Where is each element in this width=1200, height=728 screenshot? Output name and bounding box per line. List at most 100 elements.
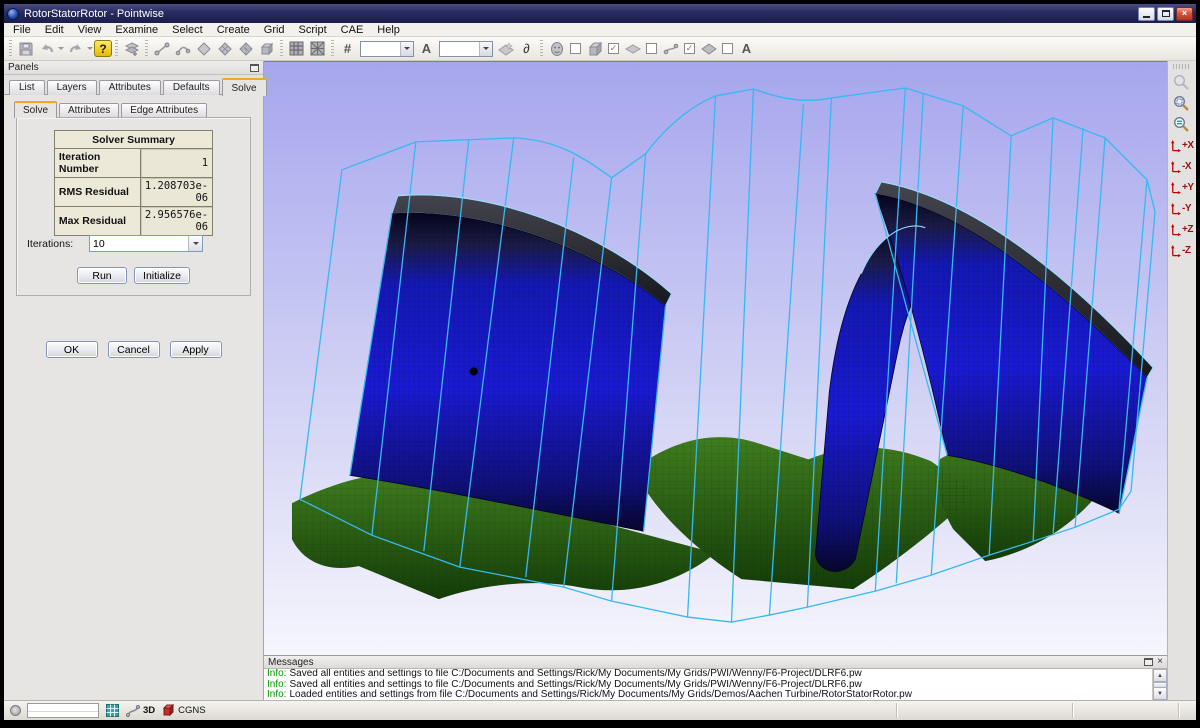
menu-create[interactable]: Create bbox=[210, 23, 257, 37]
initialize-button[interactable]: Initialize bbox=[134, 267, 190, 284]
iterations-combo[interactable]: 10 bbox=[89, 235, 203, 252]
unstructured-grid-button[interactable] bbox=[307, 38, 328, 59]
panels-dock: Panels List Layers Attributes Defaults S… bbox=[4, 61, 264, 700]
tab-defaults[interactable]: Defaults bbox=[163, 80, 220, 95]
restore-button[interactable] bbox=[1157, 7, 1174, 21]
subtab-edge-attributes[interactable]: Edge Attributes bbox=[121, 103, 207, 117]
dimension-edit-button[interactable]: A bbox=[736, 38, 757, 59]
create-unstructured-domain-button[interactable] bbox=[235, 38, 256, 59]
selected-point[interactable] bbox=[470, 367, 478, 375]
panels-dock-titlebar[interactable]: Panels bbox=[4, 61, 263, 75]
cae-format-label: CGNS bbox=[178, 705, 205, 716]
unstructured-grid-icon bbox=[309, 40, 326, 57]
domains-checkbox[interactable] bbox=[646, 43, 657, 54]
initialize-surface-button[interactable] bbox=[495, 38, 516, 59]
undo-dropdown-icon[interactable] bbox=[58, 47, 64, 50]
view-plus-y-button[interactable]: +Y bbox=[1168, 177, 1195, 198]
titlebar[interactable]: RotorStatorRotor - Pointwise × bbox=[4, 4, 1196, 23]
float-icon[interactable] bbox=[250, 64, 259, 72]
show-connectors-button[interactable] bbox=[660, 38, 681, 59]
tab-list[interactable]: List bbox=[9, 80, 45, 95]
view-minus-x-button[interactable]: -X bbox=[1168, 156, 1195, 177]
dimension-hash-button[interactable]: # bbox=[337, 38, 358, 59]
combo-arrow-icon[interactable] bbox=[188, 236, 202, 251]
save-button[interactable] bbox=[15, 38, 36, 59]
create-block-button[interactable] bbox=[256, 38, 277, 59]
menu-script[interactable]: Script bbox=[292, 23, 334, 37]
tab-layers[interactable]: Layers bbox=[47, 80, 97, 95]
subtab-attributes[interactable]: Attributes bbox=[59, 103, 119, 117]
redo-dropdown-icon[interactable] bbox=[87, 47, 93, 50]
close-icon[interactable]: × bbox=[1157, 658, 1163, 666]
create-curve-button[interactable] bbox=[172, 38, 193, 59]
partial-derivative-icon: ∂ bbox=[523, 41, 529, 56]
combo-arrow-icon[interactable] bbox=[479, 42, 492, 56]
structured-grid-button[interactable] bbox=[286, 38, 307, 59]
create-domain-button[interactable] bbox=[193, 38, 214, 59]
combo-arrow-icon[interactable] bbox=[400, 42, 413, 56]
tab-solve[interactable]: Solve bbox=[222, 78, 267, 96]
run-button[interactable]: Run bbox=[77, 267, 127, 284]
show-blocks-button[interactable] bbox=[584, 38, 605, 59]
zoom-equal-icon bbox=[1172, 115, 1191, 134]
menu-help[interactable]: Help bbox=[370, 23, 407, 37]
zoom-box-button[interactable] bbox=[1170, 93, 1194, 114]
iterations-label: Iterations: bbox=[27, 238, 73, 250]
menu-examine[interactable]: Examine bbox=[108, 23, 165, 37]
messages-scrollbar[interactable]: ▲ ▼ bbox=[1152, 669, 1167, 700]
menu-cae[interactable]: CAE bbox=[334, 23, 371, 37]
domain-unstructured-icon bbox=[238, 41, 254, 57]
apply-button[interactable]: Apply bbox=[170, 341, 222, 358]
show-database-button[interactable] bbox=[698, 38, 719, 59]
3d-scene bbox=[264, 62, 1167, 655]
menu-select[interactable]: Select bbox=[165, 23, 210, 37]
connector-status-icon bbox=[126, 705, 140, 717]
layer-stack-button[interactable] bbox=[121, 38, 142, 59]
create-domain-grid-button[interactable] bbox=[214, 38, 235, 59]
viewport-3d[interactable] bbox=[264, 61, 1167, 655]
surface-init-icon bbox=[498, 41, 514, 57]
zoom-extents-button[interactable] bbox=[1170, 114, 1194, 135]
close-button[interactable]: × bbox=[1176, 7, 1193, 21]
menu-file[interactable]: File bbox=[6, 23, 38, 37]
domain-grid-icon bbox=[217, 41, 233, 57]
menu-edit[interactable]: Edit bbox=[38, 23, 71, 37]
menu-view[interactable]: View bbox=[71, 23, 109, 37]
view-minus-y-button[interactable]: -Y bbox=[1168, 198, 1195, 219]
row-value: 1 bbox=[140, 149, 212, 178]
dimension-combo[interactable] bbox=[360, 41, 414, 57]
status-led-icon bbox=[10, 705, 21, 716]
zoom-button[interactable] bbox=[1170, 72, 1194, 93]
domain-2-icon bbox=[701, 41, 717, 57]
spacing-combo[interactable] bbox=[439, 41, 493, 57]
database-checkbox[interactable] bbox=[722, 43, 733, 54]
blocks-checkbox[interactable]: ✓ bbox=[608, 43, 619, 54]
tab-attributes[interactable]: Attributes bbox=[99, 80, 161, 95]
ok-button[interactable]: OK bbox=[46, 341, 98, 358]
cancel-button[interactable]: Cancel bbox=[108, 341, 160, 358]
spacing-a-button[interactable]: A bbox=[416, 38, 437, 59]
messages-titlebar[interactable]: Messages × bbox=[264, 656, 1167, 669]
create-connector-button[interactable] bbox=[151, 38, 172, 59]
row-label: RMS Residual bbox=[54, 178, 140, 207]
undo-button[interactable] bbox=[36, 38, 57, 59]
view-minus-z-button[interactable]: -Z bbox=[1168, 240, 1195, 261]
messages-title: Messages bbox=[268, 657, 314, 668]
partial-derivative-button[interactable]: ∂ bbox=[516, 38, 537, 59]
connectors-checkbox[interactable]: ✓ bbox=[684, 43, 695, 54]
mask-checkbox[interactable] bbox=[570, 43, 581, 54]
show-domains-button[interactable] bbox=[622, 38, 643, 59]
axis-icon bbox=[1170, 160, 1181, 174]
scroll-up-icon[interactable]: ▲ bbox=[1153, 669, 1167, 682]
help-button[interactable]: ? bbox=[94, 40, 112, 57]
float-icon[interactable] bbox=[1144, 658, 1153, 666]
menu-grid[interactable]: Grid bbox=[257, 23, 292, 37]
panels-title: Panels bbox=[8, 62, 39, 73]
subtab-solve[interactable]: Solve bbox=[14, 101, 57, 118]
scroll-down-icon[interactable]: ▼ bbox=[1153, 687, 1167, 700]
show-hide-mask-button[interactable] bbox=[546, 38, 567, 59]
view-plus-x-button[interactable]: +X bbox=[1168, 135, 1195, 156]
redo-button[interactable] bbox=[65, 38, 86, 59]
minimize-button[interactable] bbox=[1138, 7, 1155, 21]
view-plus-z-button[interactable]: +Z bbox=[1168, 219, 1195, 240]
